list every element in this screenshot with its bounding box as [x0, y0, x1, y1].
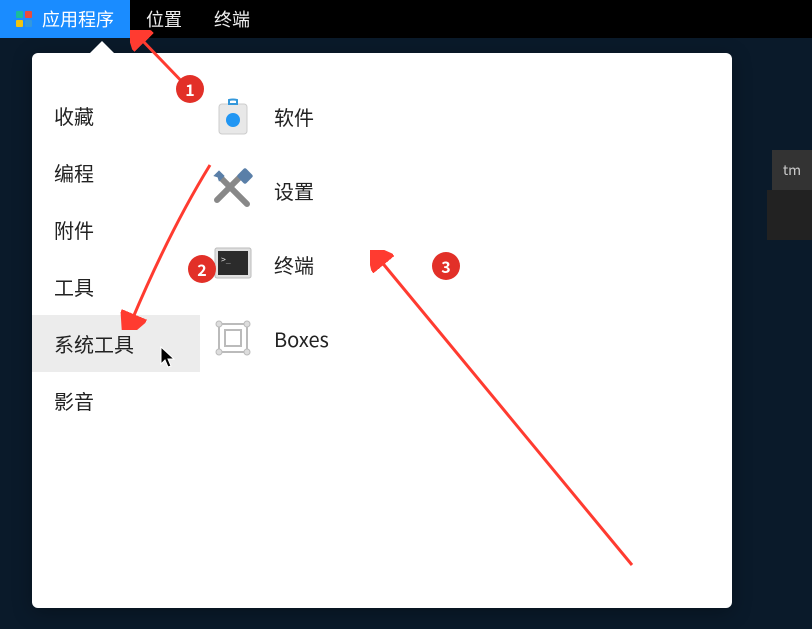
background-window-fragment-2 [767, 190, 812, 240]
topbar-places[interactable]: 位置 [130, 0, 198, 38]
topbar-apps[interactable]: 应用程序 [0, 0, 130, 38]
sidebar-item-accessories[interactable]: 附件 [32, 201, 200, 258]
app-item-software[interactable]: 软件 [200, 87, 732, 145]
app-label: 终端 [274, 250, 314, 279]
sidebar-item-label: 附件 [54, 215, 94, 244]
app-item-terminal[interactable]: >_ 终端 [200, 235, 732, 293]
sidebar-item-favorites[interactable]: 收藏 [32, 87, 200, 144]
sidebar-item-system-tools[interactable]: 系统工具 [32, 315, 200, 372]
app-item-settings[interactable]: 设置 [200, 161, 732, 219]
sidebar-item-programming[interactable]: 编程 [32, 144, 200, 201]
topbar-places-label: 位置 [146, 6, 182, 32]
sidebar-item-label: 编程 [54, 158, 94, 187]
applications-list: 软件 设置 >_ 终端 [200, 53, 732, 608]
sidebar-item-label: 工具 [54, 272, 94, 301]
app-item-boxes[interactable]: Boxes [200, 309, 732, 367]
topbar-apps-label: 应用程序 [42, 6, 114, 32]
boxes-icon [210, 315, 256, 361]
terminal-icon: >_ [210, 241, 256, 287]
applications-menu: 收藏 编程 附件 工具 系统工具 影音 软件 [32, 53, 732, 608]
software-icon [210, 93, 256, 139]
svg-text:>_: >_ [221, 255, 231, 264]
topbar-terminal[interactable]: 终端 [198, 0, 266, 38]
topbar-terminal-label: 终端 [214, 6, 250, 32]
top-bar: 应用程序 位置 终端 [0, 0, 812, 38]
app-label: 设置 [274, 176, 314, 205]
apps-grid-icon [16, 11, 32, 27]
category-sidebar: 收藏 编程 附件 工具 系统工具 影音 [32, 53, 200, 608]
app-label: Boxes [274, 324, 329, 353]
app-label: 软件 [274, 102, 314, 131]
sidebar-item-label: 收藏 [54, 101, 94, 130]
sidebar-item-label: 系统工具 [54, 329, 134, 358]
sidebar-item-multimedia[interactable]: 影音 [32, 372, 200, 429]
sidebar-item-label: 影音 [54, 386, 94, 415]
settings-icon [210, 167, 256, 213]
sidebar-item-tools[interactable]: 工具 [32, 258, 200, 315]
background-window-fragment: tm [772, 150, 812, 190]
